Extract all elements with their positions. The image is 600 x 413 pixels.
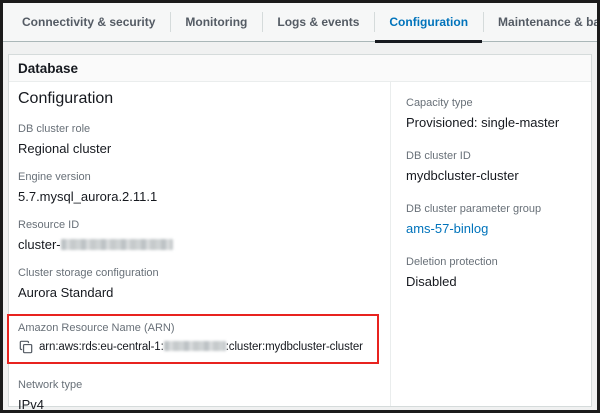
field-network-type: Network type IPv4 <box>18 378 382 413</box>
resource-id-prefix: cluster- <box>18 237 61 252</box>
field-label: DB cluster role <box>18 122 382 136</box>
field-label: Network type <box>18 378 382 392</box>
field-value: 5.7.mysql_aurora.2.11.1 <box>18 188 382 205</box>
field-label: Deletion protection <box>406 255 583 269</box>
field-label: Resource ID <box>18 218 382 232</box>
field-value: Disabled <box>406 273 583 290</box>
field-label: Engine version <box>18 170 382 184</box>
field-label: Capacity type <box>406 96 583 110</box>
field-cluster-storage-configuration: Cluster storage configuration Aurora Sta… <box>18 266 382 301</box>
parameter-group-link[interactable]: ams-57-binlog <box>406 221 488 236</box>
section-title-configuration: Configuration <box>18 90 382 108</box>
configuration-column: Configuration DB cluster role Regional c… <box>9 82 391 406</box>
tab-monitoring[interactable]: Monitoring <box>170 3 262 41</box>
details-column: Capacity type Provisioned: single-master… <box>391 82 591 406</box>
tab-logs-and-events[interactable]: Logs & events <box>262 3 374 41</box>
tab-maintenance-and-backups[interactable]: Maintenance & backups <box>483 3 600 41</box>
field-label: DB cluster parameter group <box>406 202 583 216</box>
redacted-account-id <box>164 341 226 351</box>
field-db-cluster-role: DB cluster role Regional cluster <box>18 122 382 157</box>
field-label: Amazon Resource Name (ARN) <box>18 321 375 335</box>
field-deletion-protection: Deletion protection Disabled <box>406 255 583 290</box>
database-panel: Database Configuration DB cluster role R… <box>8 54 592 407</box>
page-content: Database Configuration DB cluster role R… <box>3 42 597 412</box>
redacted-resource-id <box>61 239 173 250</box>
tab-connectivity-and-security[interactable]: Connectivity & security <box>7 3 170 41</box>
copy-icon[interactable] <box>18 339 33 354</box>
tab-bar: Connectivity & security Monitoring Logs … <box>3 3 597 42</box>
field-label: Cluster storage configuration <box>18 266 382 280</box>
field-value: mydbcluster-cluster <box>406 167 583 184</box>
arn-suffix: :cluster:mydbcluster-cluster <box>226 341 363 353</box>
field-capacity-type: Capacity type Provisioned: single-master <box>406 96 583 131</box>
field-db-cluster-parameter-group: DB cluster parameter group ams-57-binlog <box>406 202 583 237</box>
arn-value: arn:aws:rds:eu-central-1: :cluster:mydbcl… <box>39 341 363 353</box>
rds-database-configuration-screen: Connectivity & security Monitoring Logs … <box>0 0 600 413</box>
panel-title: Database <box>18 61 582 76</box>
field-db-cluster-id: DB cluster ID mydbcluster-cluster <box>406 149 583 184</box>
arn-prefix: arn:aws:rds:eu-central-1: <box>39 341 164 353</box>
database-panel-body: Configuration DB cluster role Regional c… <box>9 82 591 406</box>
field-value: Provisioned: single-master <box>406 114 583 131</box>
database-panel-header: Database <box>9 55 591 82</box>
field-value: IPv4 <box>18 396 382 413</box>
field-value: Regional cluster <box>18 140 382 157</box>
arn-value-row: arn:aws:rds:eu-central-1: :cluster:mydbcl… <box>18 339 375 354</box>
field-resource-id: Resource ID cluster- <box>18 218 382 253</box>
field-label: DB cluster ID <box>406 149 583 163</box>
field-engine-version: Engine version 5.7.mysql_aurora.2.11.1 <box>18 170 382 205</box>
tab-configuration[interactable]: Configuration <box>374 3 483 41</box>
field-value: Aurora Standard <box>18 284 382 301</box>
field-value: cluster- <box>18 236 382 253</box>
field-arn-highlighted: Amazon Resource Name (ARN) arn:aws:rds:e… <box>7 314 379 364</box>
